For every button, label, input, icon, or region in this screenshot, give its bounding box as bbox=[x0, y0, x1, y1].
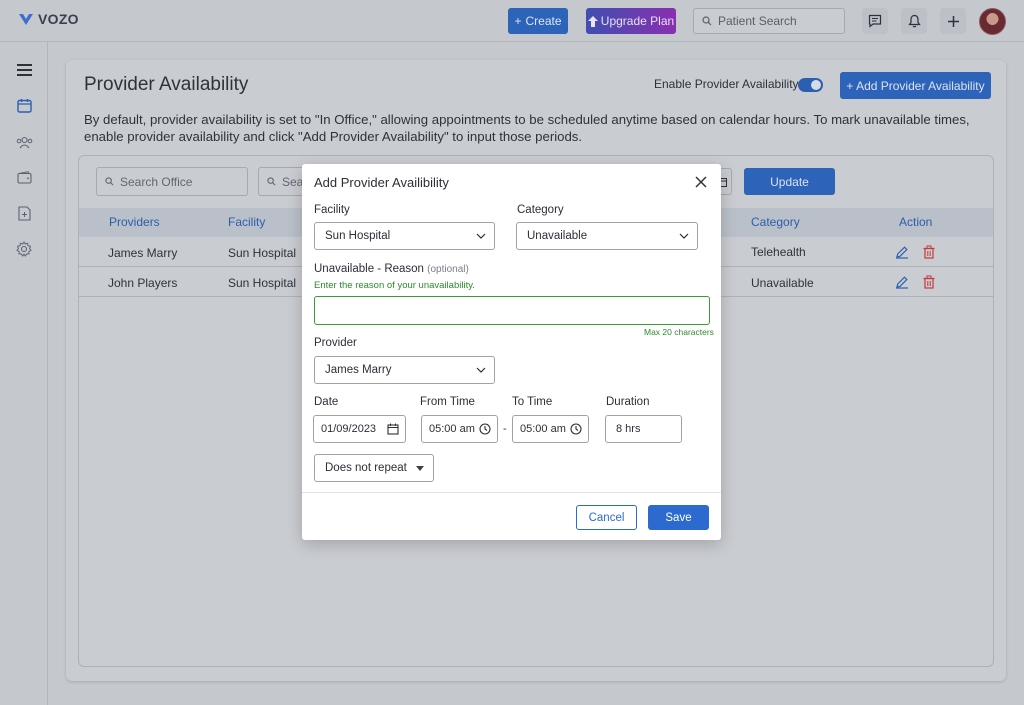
enable-availability-label: Enable Provider Availability bbox=[654, 77, 799, 91]
edit-icon[interactable] bbox=[895, 275, 909, 289]
reason-hint: Enter the reason of your unavailability. bbox=[314, 280, 475, 291]
modal-title: Add Provider Availibility bbox=[314, 175, 449, 190]
chat-button[interactable] bbox=[862, 8, 888, 34]
page-title: Provider Availability bbox=[84, 74, 249, 95]
date-value: 01/09/2023 bbox=[321, 423, 377, 435]
to-time-label: To Time bbox=[512, 396, 553, 408]
delete-icon[interactable] bbox=[922, 275, 936, 289]
delete-icon[interactable] bbox=[922, 245, 936, 259]
chevron-down-icon bbox=[476, 233, 486, 239]
bell-icon bbox=[907, 14, 921, 28]
logo-text: VOZO bbox=[38, 11, 79, 27]
upgrade-label: Upgrade Plan bbox=[600, 14, 675, 28]
search-icon bbox=[105, 177, 114, 186]
reason-label: Unavailable - Reason (optional) bbox=[314, 263, 469, 275]
calendar-icon bbox=[387, 423, 399, 435]
facility-select[interactable]: Sun Hospital bbox=[314, 222, 495, 250]
clock-icon bbox=[570, 423, 582, 435]
from-time-label: From Time bbox=[420, 396, 475, 408]
table-cell-provider: James Marry bbox=[108, 246, 178, 260]
plus-icon bbox=[947, 15, 959, 27]
category-value: Unavailable bbox=[527, 230, 588, 242]
search-office-input[interactable]: Search Office bbox=[96, 167, 248, 196]
upgrade-plan-button[interactable]: Upgrade Plan bbox=[586, 8, 676, 34]
to-time-input[interactable]: 05:00 am bbox=[512, 415, 589, 443]
provider-select[interactable]: James Marry bbox=[314, 356, 495, 384]
from-time-input[interactable]: 05:00 am bbox=[421, 415, 498, 443]
enable-availability-toggle[interactable] bbox=[798, 78, 823, 92]
reason-label-text: Unavailable - Reason bbox=[314, 263, 424, 275]
save-button[interactable]: Save bbox=[648, 505, 709, 530]
search-icon bbox=[267, 177, 276, 186]
column-header-facility[interactable]: Facility bbox=[228, 215, 265, 229]
repeat-select[interactable]: Does not repeat bbox=[314, 454, 434, 482]
user-avatar[interactable] bbox=[979, 8, 1006, 35]
gear-icon[interactable] bbox=[14, 239, 34, 259]
column-header-providers[interactable]: Providers bbox=[109, 215, 160, 229]
date-input[interactable]: 01/09/2023 bbox=[313, 415, 406, 443]
column-header-action: Action bbox=[899, 215, 933, 229]
document-plus-icon[interactable] bbox=[14, 203, 34, 223]
category-select[interactable]: Unavailable bbox=[516, 222, 698, 250]
column-header-category[interactable]: Category bbox=[751, 215, 800, 229]
table-cell-facility: Sun Hospital bbox=[228, 276, 297, 290]
search-office-placeholder: Search Office bbox=[120, 174, 193, 189]
patient-search-placeholder: Patient Search bbox=[718, 14, 797, 28]
from-time-value: 05:00 am bbox=[429, 423, 475, 435]
search-icon bbox=[702, 16, 712, 26]
table-cell-category: Telehealth bbox=[751, 245, 806, 259]
vozo-logo-icon bbox=[19, 14, 33, 25]
create-label: Create bbox=[525, 14, 562, 28]
clock-icon bbox=[479, 423, 491, 435]
menu-icon[interactable] bbox=[14, 60, 34, 80]
sidebar bbox=[0, 42, 48, 705]
provider-value: James Marry bbox=[325, 364, 392, 376]
create-button[interactable]: + Create bbox=[508, 8, 568, 34]
table-cell-provider: John Players bbox=[108, 276, 178, 290]
reason-input[interactable] bbox=[314, 296, 710, 325]
duration-input[interactable]: 8 hrs bbox=[605, 415, 682, 443]
caret-down-icon bbox=[416, 466, 424, 471]
provider-label: Provider bbox=[314, 337, 357, 349]
page-description: By default, provider availability is set… bbox=[84, 112, 970, 144]
reason-max-length: Max 20 characters bbox=[644, 327, 714, 337]
patient-search-input[interactable]: Patient Search bbox=[693, 8, 845, 34]
update-button[interactable]: Update bbox=[744, 168, 835, 195]
date-label: Date bbox=[314, 396, 339, 408]
facility-label: Facility bbox=[314, 204, 350, 216]
chat-icon bbox=[868, 14, 882, 28]
duration-label: Duration bbox=[606, 396, 650, 408]
add-provider-availability-button[interactable]: + Add Provider Availability bbox=[840, 72, 991, 99]
notifications-button[interactable] bbox=[901, 8, 927, 34]
modal-divider bbox=[302, 492, 721, 493]
wallet-icon[interactable] bbox=[14, 167, 34, 187]
reason-optional-text: (optional) bbox=[427, 264, 469, 275]
arrow-up-icon bbox=[587, 15, 598, 27]
table-cell-category: Unavailable bbox=[751, 276, 814, 290]
cancel-button[interactable]: Cancel bbox=[576, 505, 637, 530]
duration-value: 8 hrs bbox=[616, 423, 641, 435]
to-time-value: 05:00 am bbox=[520, 423, 566, 435]
time-range-dash: - bbox=[503, 423, 507, 435]
app-logo[interactable]: VOZO bbox=[18, 11, 79, 27]
edit-icon[interactable] bbox=[895, 245, 909, 259]
table-cell-facility: Sun Hospital bbox=[228, 246, 297, 260]
chevron-down-icon bbox=[476, 367, 486, 373]
add-availability-modal: Add Provider Availibility Facility Sun H… bbox=[302, 164, 721, 540]
chevron-down-icon bbox=[679, 233, 689, 239]
close-icon[interactable] bbox=[694, 175, 708, 189]
users-icon[interactable] bbox=[14, 132, 34, 152]
category-label: Category bbox=[517, 204, 564, 216]
plus-icon: + bbox=[514, 14, 522, 28]
repeat-value: Does not repeat bbox=[325, 462, 407, 474]
facility-value: Sun Hospital bbox=[325, 230, 391, 242]
add-button[interactable] bbox=[940, 8, 966, 34]
calendar-icon[interactable] bbox=[14, 95, 34, 115]
top-bar: VOZO + Create Upgrade Plan Patient Searc… bbox=[0, 0, 1024, 42]
